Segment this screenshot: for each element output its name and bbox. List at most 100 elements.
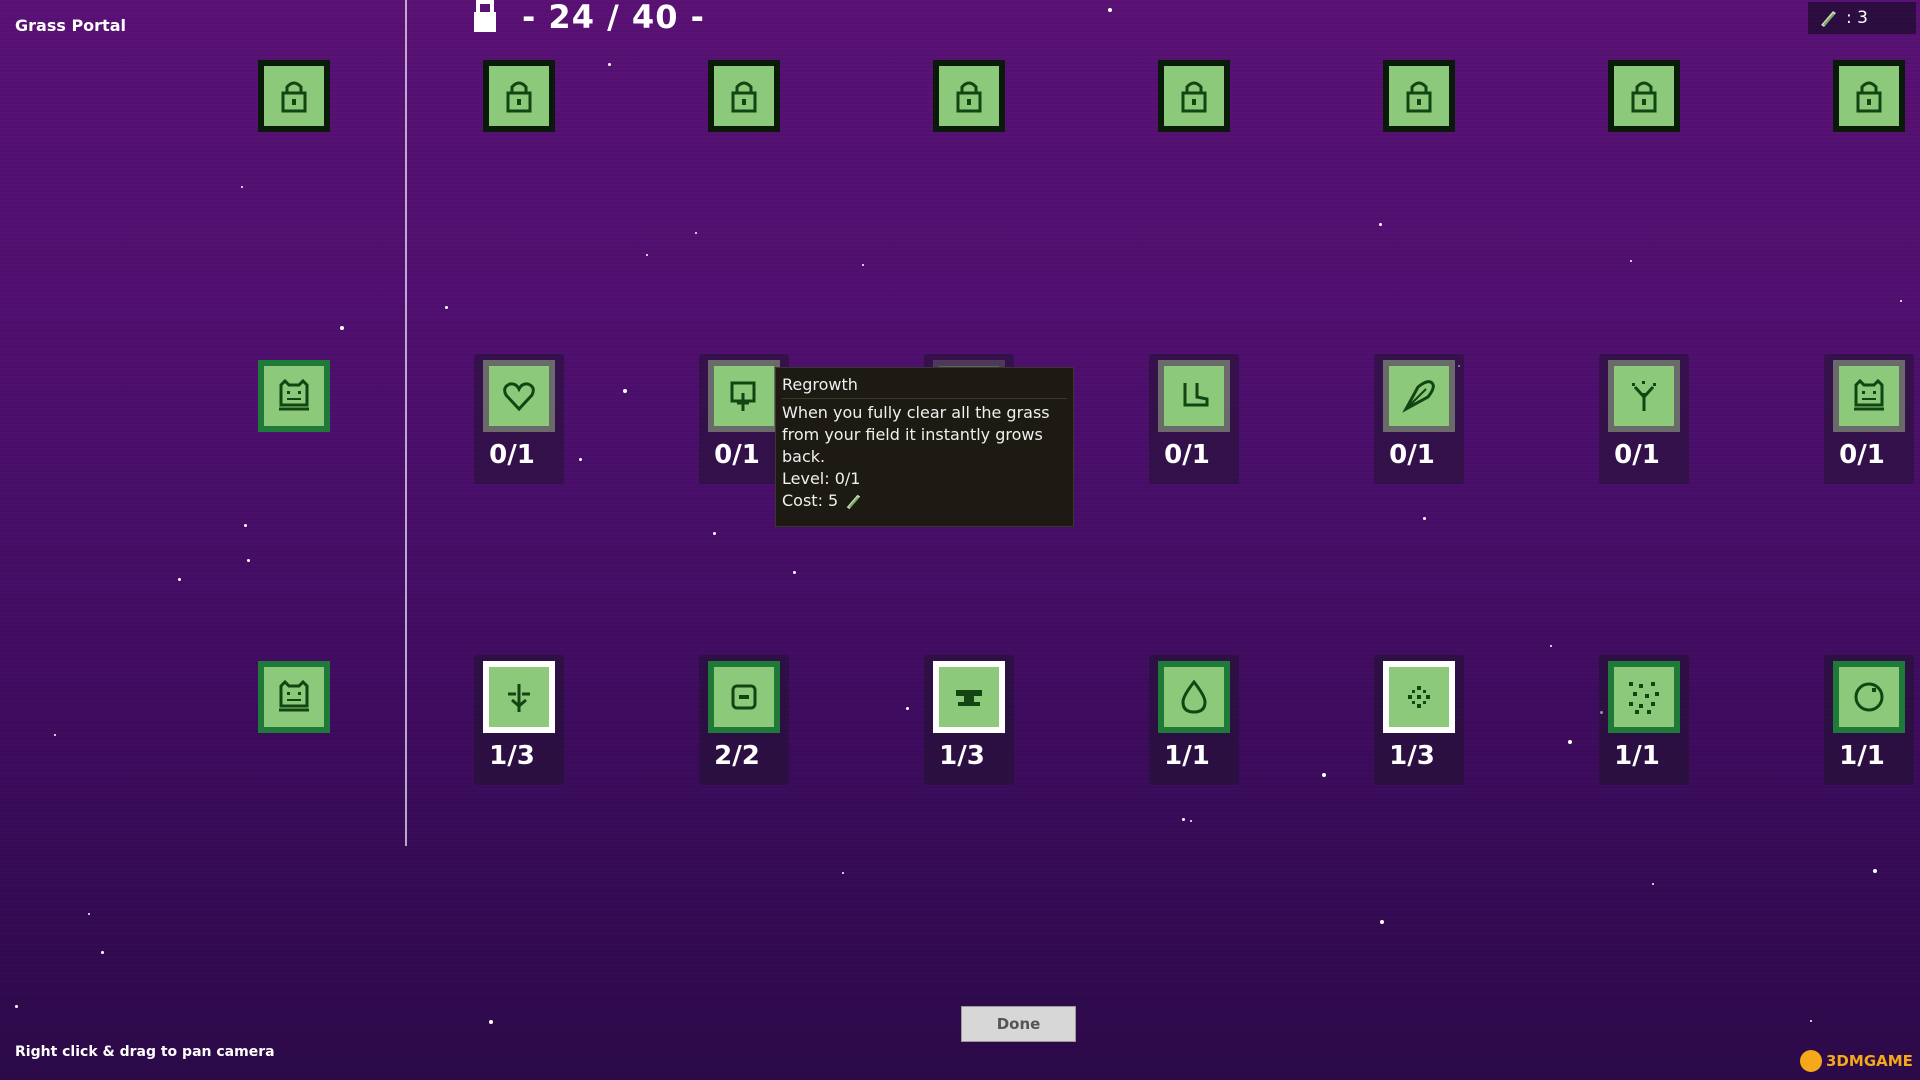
node-face <box>939 667 999 727</box>
node-level: 1/3 <box>489 741 535 771</box>
lock-upgrade-node[interactable] <box>1833 60 1905 132</box>
star <box>445 306 448 309</box>
leaf-upgrade-node[interactable] <box>1383 360 1455 432</box>
star <box>1108 8 1112 12</box>
star <box>862 264 864 266</box>
dots-icon <box>1629 682 1659 714</box>
node-face <box>1839 66 1899 126</box>
lock-icon <box>281 81 307 113</box>
star <box>608 63 611 66</box>
boot-upgrade-node[interactable] <box>1158 360 1230 432</box>
star <box>695 232 697 234</box>
star <box>244 524 247 527</box>
star <box>178 578 181 581</box>
node-level: 1/3 <box>1389 741 1435 771</box>
lock-icon <box>1406 81 1432 113</box>
star <box>713 532 716 535</box>
star <box>1423 517 1426 520</box>
unlock-count-text: - 24 / 40 - <box>522 0 705 36</box>
star <box>247 559 250 562</box>
lock-icon <box>474 0 496 32</box>
star <box>579 458 582 461</box>
sparkle-icon <box>1408 686 1430 708</box>
node-face <box>1389 667 1449 727</box>
node-face <box>264 66 324 126</box>
sprout-upgrade-node[interactable] <box>1608 360 1680 432</box>
star <box>88 913 90 915</box>
lock-upgrade-node[interactable] <box>483 60 555 132</box>
stem-icon <box>508 684 530 712</box>
droplet-upgrade-node[interactable] <box>1158 661 1230 733</box>
tooltip-title: Regrowth <box>782 374 1067 399</box>
stem-upgrade-node[interactable] <box>483 661 555 733</box>
star <box>340 326 344 330</box>
star <box>1900 300 1902 302</box>
star <box>489 1020 493 1024</box>
node-face <box>1839 366 1899 426</box>
node-level: 0/1 <box>714 440 760 470</box>
node-face <box>1164 66 1224 126</box>
regrowth-upgrade-node[interactable] <box>708 360 780 432</box>
star <box>54 734 56 736</box>
sparkle-upgrade-node[interactable] <box>1383 661 1455 733</box>
camera-hint: Right click & drag to pan camera <box>15 1044 275 1060</box>
node-face <box>714 366 774 426</box>
node-face <box>264 667 324 727</box>
node-face <box>1389 66 1449 126</box>
anvil-upgrade-node[interactable] <box>933 661 1005 733</box>
dots-upgrade-node[interactable] <box>1608 661 1680 733</box>
done-button[interactable]: Done <box>961 1006 1076 1042</box>
circle-upgrade-node[interactable] <box>1833 661 1905 733</box>
star <box>1873 869 1877 873</box>
star <box>1652 883 1654 885</box>
node-face <box>714 667 774 727</box>
heart-icon <box>503 382 535 412</box>
node-face <box>939 66 999 126</box>
star <box>15 1005 18 1008</box>
node-level: 0/1 <box>1389 440 1435 470</box>
star <box>241 186 243 188</box>
heart-upgrade-node[interactable] <box>483 360 555 432</box>
upgrade-tooltip: Regrowth When you fully clear all the gr… <box>775 367 1074 527</box>
star <box>906 707 909 710</box>
node-level: 0/1 <box>1839 440 1885 470</box>
node-face <box>489 66 549 126</box>
lock-upgrade-node[interactable] <box>933 60 1005 132</box>
lock-upgrade-node[interactable] <box>1608 60 1680 132</box>
square-upgrade-node[interactable] <box>708 661 780 733</box>
node-face <box>1164 366 1224 426</box>
scanline-overlay <box>0 0 1920 1080</box>
cat-upgrade-node[interactable] <box>258 360 330 432</box>
star <box>1379 223 1382 226</box>
star <box>623 389 627 393</box>
node-face <box>1614 66 1674 126</box>
cat-upgrade-node[interactable] <box>1833 360 1905 432</box>
node-face <box>1839 667 1899 727</box>
star <box>1568 740 1572 744</box>
lock-upgrade-node[interactable] <box>258 60 330 132</box>
grass-currency-icon <box>1821 11 1836 27</box>
lock-icon <box>1631 81 1657 113</box>
node-level: 1/3 <box>939 741 985 771</box>
tooltip-level: Level: 0/1 <box>782 469 861 488</box>
star <box>646 254 648 256</box>
boot-icon <box>1183 383 1209 407</box>
lock-upgrade-node[interactable] <box>708 60 780 132</box>
star <box>101 951 104 954</box>
anvil-icon <box>956 690 982 706</box>
node-level: 0/1 <box>1614 440 1660 470</box>
node-face <box>489 366 549 426</box>
watermark: 3DMGAME <box>1800 1050 1913 1072</box>
square-icon <box>731 684 757 710</box>
cat-upgrade-node[interactable] <box>258 661 330 733</box>
star <box>1810 1020 1812 1022</box>
lock-icon <box>956 81 982 113</box>
node-face <box>1614 667 1674 727</box>
lock-upgrade-node[interactable] <box>1158 60 1230 132</box>
cat-icon <box>279 679 309 712</box>
sprout-icon <box>1632 381 1656 411</box>
lock-upgrade-node[interactable] <box>1383 60 1455 132</box>
regrowth-icon <box>730 381 756 411</box>
currency-display: : 3 <box>1808 2 1916 34</box>
lock-icon <box>1856 81 1882 113</box>
